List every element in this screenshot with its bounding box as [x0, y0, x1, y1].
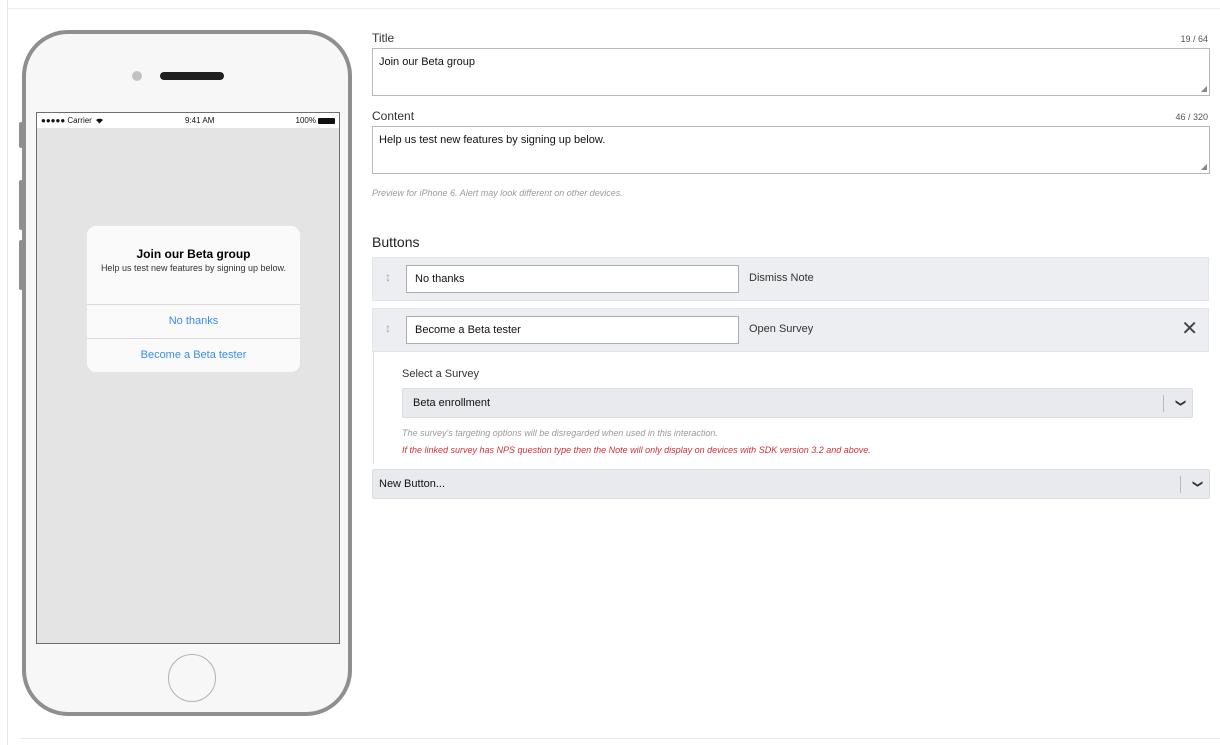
survey-settings-panel: Select a Survey Beta enrollment ❯ The su…: [372, 352, 1209, 464]
home-button: [168, 654, 216, 702]
alert-button-no-thanks[interactable]: No thanks: [87, 304, 300, 338]
button-row-no-thanks: ↕ No thanks Dismiss Note: [372, 257, 1209, 301]
content-char-counter: 46 / 320: [1175, 112, 1208, 122]
status-carrier-group: ●●●●● Carrier: [41, 116, 104, 125]
resize-handle-icon[interactable]: ◢: [1201, 162, 1207, 171]
phone-screen: ●●●●● Carrier 9:41 AM 100% Join our Beta…: [36, 112, 340, 644]
survey-select-value: Beta enrollment: [413, 397, 491, 409]
button-action-label: Open Survey: [749, 323, 814, 335]
chevron-down-icon[interactable]: ❯: [1166, 399, 1194, 407]
button-label-input[interactable]: Become a Beta tester: [406, 316, 739, 344]
wifi-icon: [95, 118, 103, 124]
new-button-select-value: New Button...: [379, 478, 446, 490]
title-label: Title: [372, 31, 395, 45]
frame-border-bottom: [20, 738, 1220, 739]
panel-indent-line: [373, 352, 374, 464]
status-bar: ●●●●● Carrier 9:41 AM 100%: [37, 113, 339, 128]
new-button-select[interactable]: New Button... ❯: [372, 469, 1210, 499]
alert-button-beta-tester[interactable]: Become a Beta tester: [87, 338, 300, 372]
drag-handle-icon[interactable]: ↕: [385, 270, 391, 284]
phone-volume-down: [19, 240, 23, 290]
frame-border-left: [7, 0, 8, 745]
phone-preview: ●●●●● Carrier 9:41 AM 100% Join our Beta…: [19, 30, 352, 716]
phone-mute-switch: [19, 122, 23, 148]
carrier-label: ●●●●● Carrier: [41, 116, 92, 125]
title-input[interactable]: Join our Beta group ◢: [372, 48, 1210, 96]
nps-warning: If the linked survey has NPS question ty…: [402, 445, 871, 455]
battery-percent: 100%: [295, 116, 316, 125]
frame-border-top: [7, 8, 1220, 9]
button-action-label: Dismiss Note: [749, 272, 814, 284]
title-input-value: Join our Beta group: [379, 56, 476, 68]
button-row-beta-tester: ↕ Become a Beta tester Open Survey ✕: [372, 308, 1209, 352]
chevron-down-icon[interactable]: ❯: [1183, 480, 1211, 488]
content-input[interactable]: Help us test new features by signing up …: [372, 126, 1210, 174]
title-char-counter: 19 / 64: [1180, 34, 1208, 44]
close-icon[interactable]: ✕: [1181, 317, 1198, 341]
preview-hint: Preview for iPhone 6. Alert may look dif…: [372, 188, 623, 198]
content-input-value: Help us test new features by signing up …: [379, 134, 606, 146]
select-separator: [1180, 476, 1181, 493]
camera-icon: [132, 71, 142, 81]
drag-handle-icon[interactable]: ↕: [385, 321, 391, 335]
status-time: 9:41 AM: [185, 116, 215, 125]
resize-handle-icon[interactable]: ◢: [1201, 84, 1207, 93]
content-label: Content: [372, 109, 415, 123]
battery-icon: [318, 117, 335, 124]
speaker-icon: [160, 72, 224, 80]
buttons-heading: Buttons: [372, 234, 420, 250]
status-battery: 100%: [296, 116, 335, 125]
survey-select[interactable]: Beta enrollment ❯: [402, 388, 1193, 418]
button-label-input[interactable]: No thanks: [406, 265, 739, 293]
alert-preview: Join our Beta group Help us test new fea…: [87, 226, 300, 372]
select-separator: [1163, 395, 1164, 412]
alert-content: Help us test new features by signing up …: [100, 263, 287, 273]
alert-title: Join our Beta group: [136, 247, 251, 261]
phone-volume-up: [19, 180, 23, 230]
select-survey-label: Select a Survey: [402, 368, 480, 380]
survey-targeting-note: The survey's targeting options will be d…: [402, 428, 718, 438]
